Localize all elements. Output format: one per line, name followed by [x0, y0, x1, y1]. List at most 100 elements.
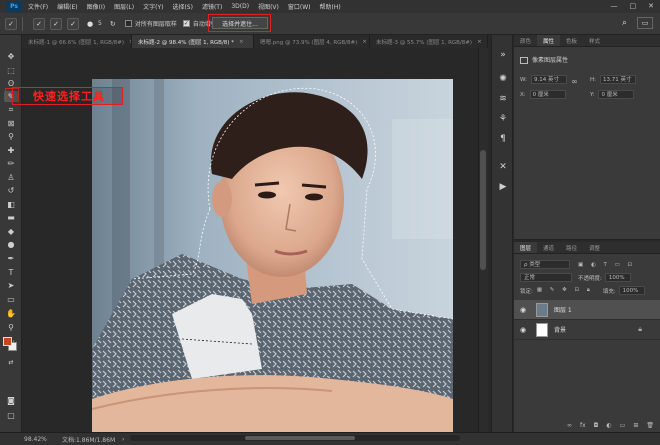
close-window-button[interactable]: ✕ [648, 2, 654, 10]
angle-icon[interactable]: ↻ [107, 18, 119, 30]
screen-mode-icon[interactable]: ▢ [4, 410, 18, 421]
width-input[interactable]: 9.14 英寸 [530, 75, 567, 84]
quick-mask-icon[interactable]: ◙ [4, 395, 18, 406]
default-colors-icon[interactable]: ⇄ [4, 357, 18, 368]
healing-brush-tool-icon[interactable]: ✚ [4, 145, 18, 156]
history-brush-tool-icon[interactable]: ↺ [4, 185, 18, 196]
menu-view[interactable]: 视图(V) [258, 2, 279, 11]
visibility-eye-icon[interactable]: ◉ [516, 306, 530, 314]
tab-swatches[interactable]: 色板 [560, 35, 583, 46]
minimize-button[interactable]: — [611, 2, 618, 10]
opacity-input[interactable]: 100% [604, 273, 631, 282]
auto-enhance-checkbox[interactable]: ✓ [182, 20, 190, 27]
new-layer-icon[interactable]: ⊞ [633, 422, 638, 432]
tab-styles[interactable]: 样式 [583, 35, 606, 46]
blur-tool-icon[interactable]: ◆ [4, 226, 18, 237]
tab-label: 未标题-2 @ 98.4% (图层 1, RGB/8) * [138, 39, 234, 46]
lock-icons[interactable]: ▦ ✎ ✥ ⊡ 🔒︎ [537, 287, 593, 294]
clone-stamp-tool-icon[interactable]: ♙ [4, 172, 18, 183]
delete-layer-icon[interactable]: 🗑︎ [646, 422, 654, 432]
tab-channels[interactable]: 通道 [537, 242, 560, 253]
menu-3d[interactable]: 3D(D) [231, 3, 249, 10]
tab-properties[interactable]: 属性 [537, 35, 561, 46]
zoom-readout[interactable]: 98.42% [24, 436, 62, 443]
tab-document-3[interactable]: 嗯嗯.png @ 73.9% (图层 4, RGB/8#) × [254, 35, 370, 48]
pen-tool-icon[interactable]: ✒ [4, 253, 18, 264]
eyedropper-tool-icon[interactable]: ⚲ [4, 131, 18, 142]
adjustments-icon[interactable]: ✕ [497, 161, 509, 173]
tab-document-1[interactable]: 未标题-1 @ 66.6% (图层 1, RGB/8#)× [22, 35, 132, 48]
add-selection-brush-icon[interactable]: ✓ [50, 17, 62, 30]
tab-layers[interactable]: 图层 [514, 242, 538, 253]
dodge-tool-icon[interactable]: ● [4, 239, 18, 250]
add-mask-icon[interactable]: ◘ [594, 422, 599, 432]
tab-adjustments[interactable]: 调整 [583, 242, 606, 253]
group-icon[interactable]: ▭ [620, 422, 626, 432]
path-selection-tool-icon[interactable]: ➤ [4, 280, 18, 291]
move-tool-icon[interactable]: ✥ [4, 51, 18, 62]
height-input[interactable]: 13.71 英寸 [600, 75, 636, 84]
actions-play-icon[interactable]: ▶ [497, 181, 509, 193]
menu-help[interactable]: 帮助(H) [320, 2, 341, 11]
menu-edit[interactable]: 编辑(E) [57, 2, 77, 11]
menu-file[interactable]: 文件(F) [28, 2, 48, 11]
layer-filter-dropdown[interactable]: ρ 类型 [520, 260, 570, 269]
tab-paths[interactable]: 路径 [560, 242, 583, 253]
maximize-button[interactable]: □ [630, 2, 637, 10]
tab-document-4[interactable]: 未标题-3 @ 55.7% (图层 1, RGB/8#) × [370, 35, 488, 48]
hand-tool-icon[interactable]: ✋ [4, 308, 18, 319]
properties-panel: 颜色 属性 色板 样式 像素图层属性 W: 9.14 英寸 H: 13.71 英寸 … [514, 35, 660, 240]
foreground-color-swatch[interactable] [3, 337, 12, 346]
vertical-scroll-thumb[interactable] [480, 150, 486, 270]
portrait-photo[interactable] [92, 79, 453, 432]
x-input[interactable]: 0 厘米 [529, 90, 566, 99]
close-icon[interactable]: × [477, 39, 482, 45]
menu-type[interactable]: 文字(Y) [143, 2, 163, 11]
menu-window[interactable]: 窗口(W) [288, 2, 311, 11]
collapse-panels-icon[interactable]: » [497, 49, 509, 61]
workspace-switcher-icon[interactable]: ▭ [637, 17, 653, 29]
menu-filter[interactable]: 滤镜(T) [202, 2, 222, 11]
link-layers-icon[interactable]: ∞ [567, 422, 572, 432]
menu-select[interactable]: 选择(S) [172, 2, 193, 11]
marquee-tool-icon[interactable]: ⬚ [4, 65, 18, 76]
layer-row-layer1[interactable]: ◉ 图层 1 [514, 300, 660, 320]
brush-tool-icon[interactable]: ✏ [4, 158, 18, 169]
close-icon[interactable]: × [239, 39, 244, 45]
canvas-area[interactable] [22, 48, 488, 432]
y-input[interactable]: 0 厘米 [598, 90, 635, 99]
fill-input[interactable]: 100% [618, 286, 645, 295]
search-icon[interactable]: ⌕ [622, 18, 627, 28]
type-tool-icon[interactable]: T [4, 267, 18, 278]
brush-settings-icon[interactable]: ≋ [497, 93, 509, 105]
tab-document-2[interactable]: 未标题-2 @ 98.4% (图层 1, RGB/8) * × [132, 35, 254, 48]
eraser-tool-icon[interactable]: ◧ [4, 199, 18, 210]
paragraph-icon[interactable]: ¶ [497, 133, 509, 145]
brush-size-picker-icon[interactable]: ● [84, 18, 96, 30]
menu-image[interactable]: 图像(I) [87, 2, 105, 11]
zoom-tool-icon[interactable]: ⚲ [4, 322, 18, 333]
sample-all-layers-checkbox[interactable] [124, 20, 132, 27]
subtract-selection-brush-icon[interactable]: ✓ [67, 17, 79, 30]
document-size-info[interactable]: 文档:1.86M/1.86M [62, 435, 122, 444]
tool-preset-picker-icon[interactable]: ✓ [5, 17, 17, 30]
horizontal-scroll-thumb[interactable] [245, 436, 355, 440]
crop-tool-icon[interactable]: ⌗ [4, 104, 18, 115]
frame-tool-icon[interactable]: ⊠ [4, 118, 18, 129]
close-icon[interactable]: × [362, 39, 367, 45]
status-menu-arrow-icon[interactable]: › [122, 436, 124, 443]
new-selection-brush-icon[interactable]: ✓ [33, 17, 45, 30]
clone-source-icon[interactable]: ⚘ [497, 113, 509, 125]
layer-row-background[interactable]: ◉ 背景 🔒︎ [514, 320, 660, 340]
rectangle-tool-icon[interactable]: ▭ [4, 294, 18, 305]
fx-icon[interactable]: fx [580, 422, 586, 432]
tab-color[interactable]: 颜色 [514, 35, 537, 46]
menu-layer[interactable]: 图层(L) [114, 2, 134, 11]
link-dimensions-icon[interactable]: ∞ [571, 77, 578, 86]
blend-mode-dropdown[interactable]: 正常 [520, 273, 572, 282]
filter-icons[interactable]: ▣ ◐ T ▭ ⊡ [578, 262, 635, 268]
gradient-tool-icon[interactable]: ▬ [4, 212, 18, 223]
history-icon[interactable]: ✺ [497, 73, 509, 85]
adjustment-layer-icon[interactable]: ◐ [606, 422, 611, 432]
visibility-eye-icon[interactable]: ◉ [516, 326, 530, 334]
